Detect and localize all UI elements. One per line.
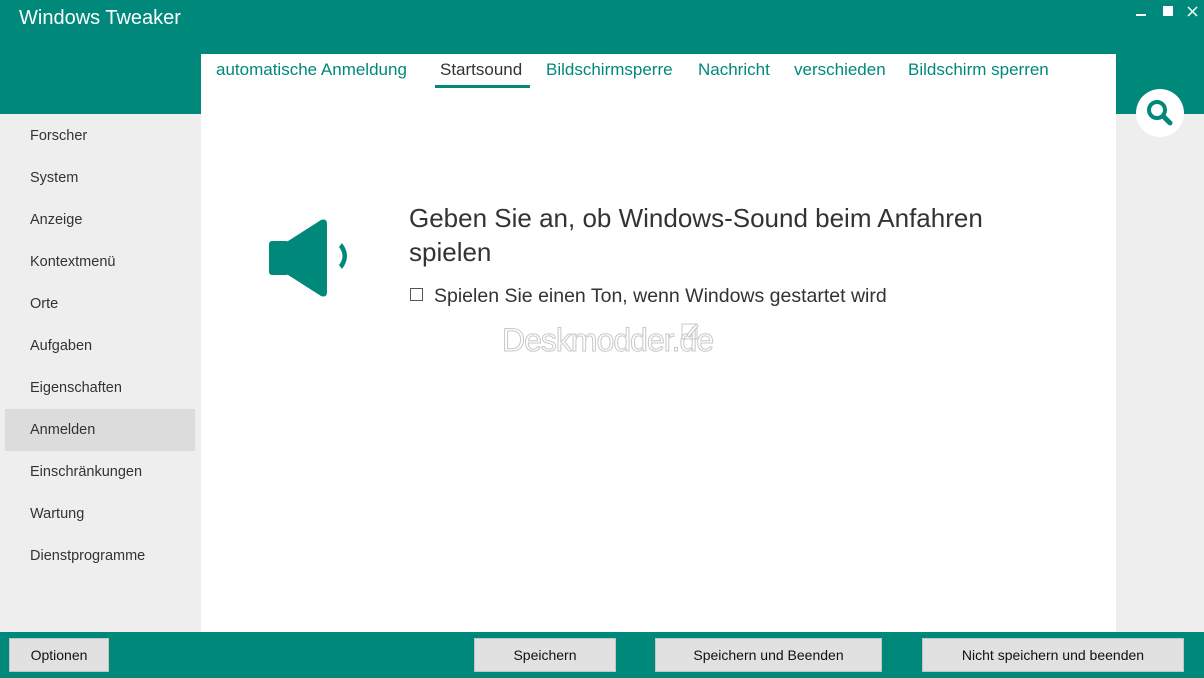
sidebar-item-aufgaben[interactable]: Aufgaben — [5, 325, 195, 367]
tab-nachricht[interactable]: Nachricht — [698, 60, 770, 80]
save-and-exit-button[interactable]: Speichern und Beenden — [655, 638, 882, 672]
speaker-icon — [269, 219, 347, 297]
footer-bar: Optionen Speichern Speichern und Beenden… — [0, 632, 1204, 678]
tab-bildschirmsperre[interactable]: Bildschirmsperre — [546, 60, 673, 80]
sidebar-item-system[interactable]: System — [5, 157, 195, 199]
sidebar-item-wartung[interactable]: Wartung — [5, 493, 195, 535]
tab-automatische-anmeldung[interactable]: automatische Anmeldung — [216, 60, 407, 80]
close-icon — [1187, 6, 1198, 17]
content-panel: automatische Anmeldung Startsound Bildsc… — [201, 54, 1116, 632]
sidebar-item-anzeige[interactable]: Anzeige — [5, 199, 195, 241]
close-button[interactable] — [1178, 0, 1204, 24]
maximize-icon — [1163, 6, 1173, 16]
sidebar-item-orte[interactable]: Orte — [5, 283, 195, 325]
startup-sound-label[interactable]: Spielen Sie einen Ton, wenn Windows gest… — [434, 285, 887, 308]
sidebar-item-dienstprogramme[interactable]: Dienstprogramme — [5, 535, 195, 577]
sidebar-item-anmelden[interactable]: Anmelden — [5, 409, 195, 451]
sidebar-item-einschraenkungen[interactable]: Einschränkungen — [5, 451, 195, 493]
tab-bar: automatische Anmeldung Startsound Bildsc… — [201, 54, 1116, 94]
tab-startsound[interactable]: Startsound — [440, 60, 522, 80]
sidebar: Forscher System Anzeige Kontextmenü Orte… — [0, 114, 201, 632]
save-button[interactable]: Speichern — [474, 638, 616, 672]
search-icon — [1147, 100, 1173, 126]
pencil-icon — [681, 323, 699, 340]
sidebar-item-forscher[interactable]: Forscher — [5, 115, 195, 157]
minimize-icon — [1136, 14, 1146, 16]
options-button[interactable]: Optionen — [9, 638, 109, 672]
tab-verschieden[interactable]: verschieden — [794, 60, 886, 80]
app-title: Windows Tweaker — [19, 7, 181, 29]
sidebar-item-eigenschaften[interactable]: Eigenschaften — [5, 367, 195, 409]
sidebar-item-kontextmenue[interactable]: Kontextmenü — [5, 241, 195, 283]
tab-bildschirm-sperren[interactable]: Bildschirm sperren — [908, 60, 1049, 80]
exit-without-saving-button[interactable]: Nicht speichern und beenden — [922, 638, 1184, 672]
setting-heading: Geben Sie an, ob Windows-Sound beim Anfa… — [409, 203, 983, 267]
minimize-button[interactable] — [1126, 0, 1156, 24]
search-button[interactable] — [1136, 89, 1184, 137]
startup-sound-checkbox[interactable] — [410, 288, 423, 301]
active-tab-indicator — [435, 85, 530, 88]
